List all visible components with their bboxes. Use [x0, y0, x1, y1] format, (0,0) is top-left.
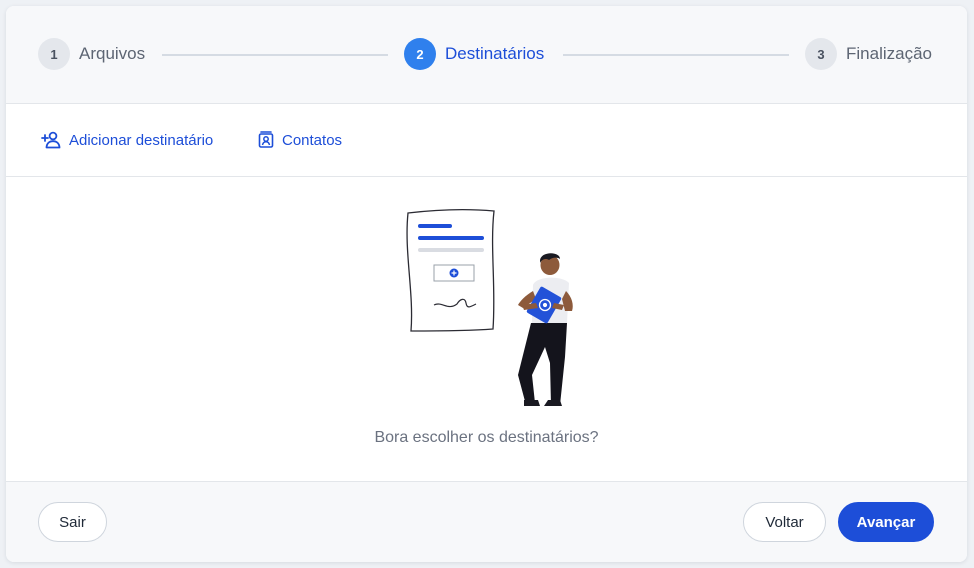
back-button[interactable]: Voltar: [743, 502, 826, 542]
wizard-stepper: 1 Arquivos 2 Destinatários 3 Finalização: [6, 6, 967, 104]
empty-state: Bora escolher os destinatários?: [6, 177, 967, 482]
recipient-actions-bar: Adicionar destinatário Contatos: [6, 104, 967, 177]
next-button[interactable]: Avançar: [838, 502, 934, 542]
step-arquivos[interactable]: 1 Arquivos: [38, 38, 145, 70]
step-connector: [563, 54, 789, 56]
step-number: 1: [38, 38, 70, 70]
person-holding-document-illustration: [402, 207, 592, 420]
exit-button[interactable]: Sair: [38, 502, 107, 542]
empty-state-message: Bora escolher os destinatários?: [374, 429, 599, 446]
add-recipient-button[interactable]: Adicionar destinatário: [41, 131, 213, 149]
step-connector: [162, 54, 388, 56]
step-label: Finalização: [846, 44, 932, 63]
step-finalizacao[interactable]: 3 Finalização: [805, 38, 932, 70]
person-add-icon: [41, 131, 61, 149]
contacts-button[interactable]: Contatos: [258, 131, 342, 149]
contacts-icon: [258, 131, 274, 149]
contacts-label: Contatos: [282, 131, 343, 149]
step-label: Arquivos: [79, 44, 146, 63]
step-number: 2: [404, 38, 436, 70]
step-number: 3: [805, 38, 837, 70]
recipient-wizard-modal: 1 Arquivos 2 Destinatários 3 Finalização…: [6, 6, 967, 562]
step-label: Destinatários: [445, 44, 545, 63]
wizard-footer: Sair Voltar Avançar: [6, 482, 967, 562]
add-recipient-label: Adicionar destinatário: [69, 131, 214, 149]
step-destinatarios[interactable]: 2 Destinatários: [404, 38, 544, 70]
